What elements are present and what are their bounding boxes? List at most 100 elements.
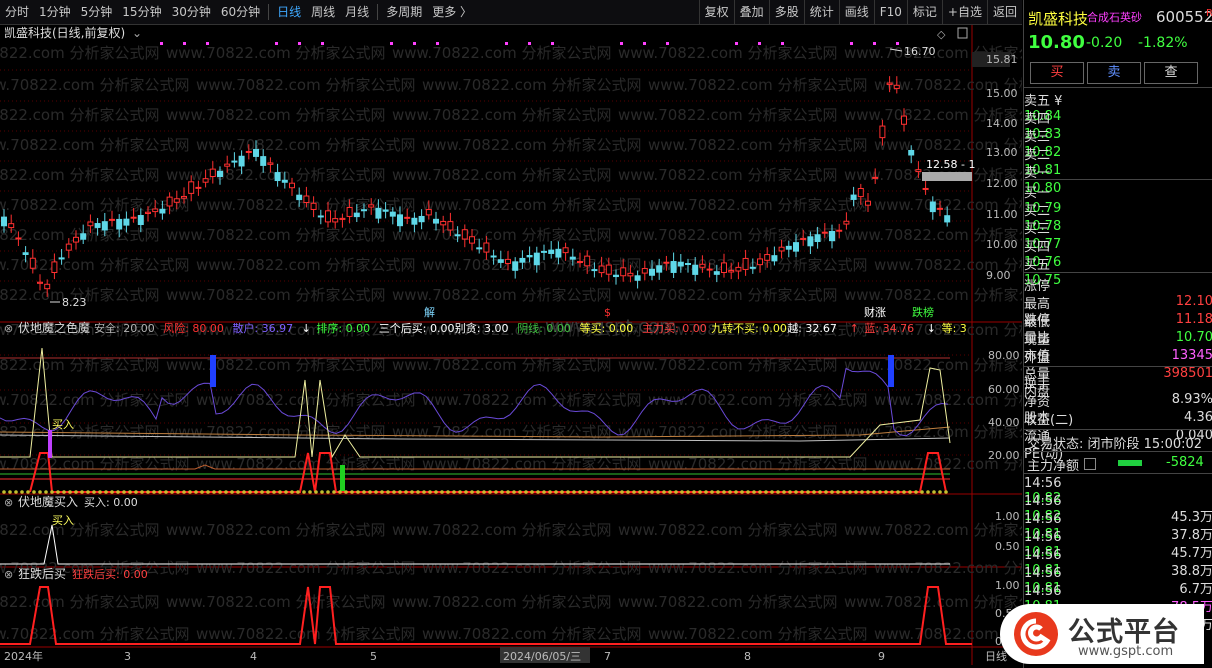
bottom-dot	[44, 490, 48, 494]
bottom-dot	[494, 490, 498, 494]
gspt-logo: 公式平台 www.gspt.com	[1000, 604, 1204, 664]
candle-body	[944, 215, 951, 223]
toolbar-button-2[interactable]: 多股	[768, 0, 804, 24]
list-icon[interactable]	[1084, 458, 1096, 470]
stock-concept: 合成石英砂	[1087, 11, 1142, 24]
toolbar-button-4[interactable]: 画线	[838, 0, 874, 24]
collapse-icon[interactable]: ⊗	[4, 496, 13, 509]
divider	[1024, 451, 1212, 452]
toolbar-button-1[interactable]: 叠加	[733, 0, 769, 24]
bid-label: 买一	[1024, 186, 1051, 201]
indicator-name-3: 狂跌后买	[18, 566, 66, 581]
period-tab-10[interactable]: 更多 〉	[427, 0, 477, 24]
period-tab-3[interactable]: 15分钟	[117, 0, 166, 24]
candle-body	[483, 242, 490, 253]
toolbar-button-3[interactable]: 统计	[803, 0, 839, 24]
candle-body	[145, 211, 151, 214]
candle-body	[281, 179, 288, 183]
candle-body	[73, 236, 79, 243]
tick-row: 14:56 10.82 37.8万	[1024, 494, 1212, 543]
candle-body	[893, 84, 900, 89]
bottom-dot	[470, 490, 474, 494]
bottom-dot	[884, 490, 888, 494]
period-tab-9[interactable]: 多周期	[381, 0, 427, 24]
blue-bar	[888, 355, 894, 387]
candle-body	[353, 212, 360, 218]
query-button[interactable]: 查	[1144, 62, 1198, 84]
bottom-dot	[524, 490, 528, 494]
bottom-dot	[920, 490, 924, 494]
period-tab-7[interactable]: 周线	[306, 0, 340, 24]
toolbar-button-6[interactable]: 标记	[906, 0, 942, 24]
divider	[1024, 429, 1212, 430]
period-tab-4[interactable]: 30分钟	[167, 0, 216, 24]
period-tab-2[interactable]: 5分钟	[76, 0, 118, 24]
toolbar-button-8[interactable]: 返回	[986, 0, 1022, 24]
watermark-text: www.70822.com 分析家公式网	[648, 625, 868, 643]
tick-time: 14:56	[1024, 566, 1062, 581]
watermark-text: www.70822.com 分析家公式网	[0, 625, 190, 643]
candle-body	[591, 269, 598, 272]
watermark-text: www.70822.com 分析家公式网	[618, 521, 838, 539]
buy-button[interactable]: 买	[1030, 62, 1084, 84]
candle-body	[872, 176, 879, 179]
stat-label: 最高	[1024, 297, 1051, 312]
event-flag: 财涨	[864, 305, 886, 319]
sell-button[interactable]: 卖	[1087, 62, 1141, 84]
bid-label: 买五	[1024, 258, 1051, 273]
period-tab-0[interactable]: 分时	[0, 0, 34, 24]
bottom-dot	[74, 490, 78, 494]
bid-row: 买一 10.79	[1024, 182, 1212, 216]
watermark-text: www.70822.com 分析家公式网	[392, 593, 612, 611]
candle-body	[332, 218, 339, 223]
period-tab-5[interactable]: 60分钟	[216, 0, 265, 24]
candle-body	[692, 264, 699, 275]
indicator-value: 三个后买: 0.00	[379, 322, 455, 335]
watermark-text: www.70822.com 分析家公式网	[422, 136, 642, 154]
buy-label: 买入	[52, 418, 74, 431]
bottom-dot	[134, 490, 138, 494]
toolbar-button-5[interactable]: F10	[873, 0, 907, 24]
chart-area[interactable]: www.70822.com 分析家公式网 www.70822.com 分析家公式网…	[0, 25, 1022, 665]
tick-row: 14:5610.8139.0万	[1024, 584, 1212, 633]
toolbar-button-7[interactable]: +自选	[941, 0, 987, 24]
bottom-dot	[728, 490, 732, 494]
period-tab-1[interactable]: 1分钟	[34, 0, 76, 24]
period-toolbar: 分时 1分钟 5分钟 15分钟 30分钟 60分钟 日线 周线 月线 多周期 更多 〉 复权 叠加 多股统…	[0, 0, 1022, 25]
candle-body	[29, 257, 36, 269]
candle-body	[339, 217, 346, 220]
candle-body	[735, 266, 742, 272]
candle-body	[584, 255, 591, 267]
candle-body	[346, 207, 353, 217]
candle-body	[937, 207, 943, 210]
ask-label: 卖三	[1024, 130, 1051, 145]
bottom-dot	[488, 490, 492, 494]
ask-row: 卖一 10.80	[1024, 162, 1212, 196]
bottom-dot	[896, 490, 900, 494]
toolbar-button-0[interactable]: 复权	[698, 0, 734, 24]
candle-body	[598, 265, 605, 274]
bottom-dot	[374, 490, 378, 494]
period-tab-8[interactable]: 月线	[340, 0, 374, 24]
candle-body	[922, 187, 929, 190]
bottom-dot	[452, 490, 456, 494]
bid-row: 买五 10.75	[1024, 254, 1212, 288]
indicator-value: 安全: 20.00	[94, 321, 155, 335]
watermark-text: www.70822.com 分析家公式网	[618, 106, 838, 124]
candle-body	[289, 182, 295, 189]
collapse-icon[interactable]: ⊗	[4, 568, 13, 581]
candle-body	[303, 195, 310, 203]
candle-body	[44, 283, 51, 290]
chevron-down-icon[interactable]: ⌄	[132, 26, 142, 40]
candle-body	[87, 221, 94, 227]
candle-body	[634, 275, 641, 281]
candle-body	[1, 216, 7, 227]
bottom-dot	[722, 490, 726, 494]
divider	[1024, 272, 1212, 273]
candle-body	[454, 234, 461, 237]
collapse-icon[interactable]: ⊗	[4, 322, 13, 335]
period-tab-6[interactable]: 日线	[272, 0, 306, 24]
bottom-dot	[20, 490, 24, 494]
signal-dot	[275, 42, 278, 45]
candle-body	[605, 264, 612, 275]
